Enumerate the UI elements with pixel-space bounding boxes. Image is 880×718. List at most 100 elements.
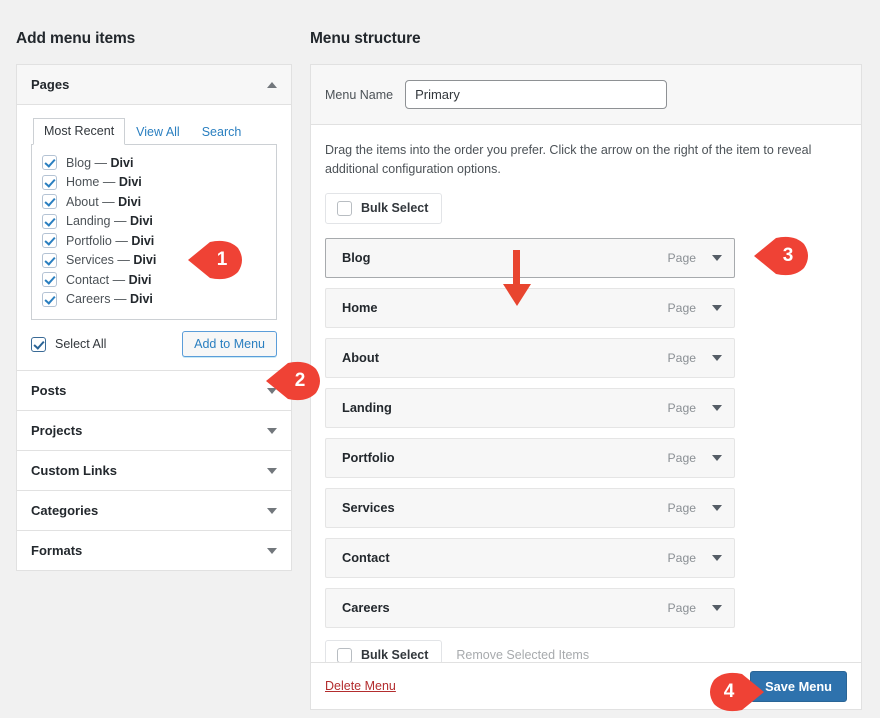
chevron-down-icon[interactable] — [712, 605, 722, 611]
callout-number: 2 — [266, 361, 324, 401]
list-item[interactable]: Landing — Divi — [42, 212, 266, 232]
chevron-down-icon[interactable] — [712, 405, 722, 411]
page-checkbox[interactable] — [42, 292, 57, 307]
page-checkbox[interactable] — [42, 272, 57, 287]
pages-checkbox-list: Blog — Divi Home — Divi About — Divi Lan… — [31, 145, 277, 320]
menu-item-type: Page — [668, 301, 696, 315]
pages-tabs: Most Recent View All Search — [31, 117, 277, 145]
arrow-down-icon — [500, 250, 534, 308]
page-checkbox[interactable] — [42, 233, 57, 248]
select-all-row: Select All Add to Menu — [31, 320, 277, 370]
chevron-down-icon[interactable] — [712, 255, 722, 261]
menu-item-title: Blog — [342, 250, 370, 265]
page-checkbox[interactable] — [42, 194, 57, 209]
chevron-down-icon[interactable] — [267, 508, 277, 514]
save-menu-button[interactable]: Save Menu — [750, 671, 847, 702]
chevron-down-icon[interactable] — [267, 548, 277, 554]
list-item[interactable]: Careers — Divi — [42, 290, 266, 310]
menu-item-type: Page — [668, 501, 696, 515]
page-label: About — Divi — [66, 195, 141, 209]
list-item[interactable]: About — Divi — [42, 192, 266, 212]
page-checkbox[interactable] — [42, 155, 57, 170]
page-label: Portfolio — Divi — [66, 234, 154, 248]
menu-item-type: Page — [668, 351, 696, 365]
chevron-down-icon[interactable] — [712, 305, 722, 311]
categories-panel-header[interactable]: Categories — [17, 491, 291, 531]
page-label: Careers — Divi — [66, 292, 153, 306]
remove-selected-items-link[interactable]: Remove Selected Items — [456, 648, 589, 662]
page-label: Services — Divi — [66, 253, 156, 267]
chevron-down-icon[interactable] — [267, 428, 277, 434]
pages-panel-title: Pages — [31, 77, 69, 92]
chevron-down-icon[interactable] — [712, 505, 722, 511]
menu-item-row[interactable]: Careers Page — [325, 588, 735, 628]
menu-structure-column: Menu structure Menu Name Drag the items … — [310, 30, 862, 686]
menu-name-input[interactable] — [405, 80, 667, 109]
page-label: Blog — Divi — [66, 156, 133, 170]
chevron-down-icon[interactable] — [712, 555, 722, 561]
callout-number: 1 — [188, 240, 246, 280]
callout-marker-2: 2 — [266, 361, 324, 401]
page-checkbox[interactable] — [42, 175, 57, 190]
menu-item-row[interactable]: Portfolio Page — [325, 438, 735, 478]
page-label: Contact — Divi — [66, 273, 152, 287]
callout-marker-4: 4 — [706, 672, 764, 712]
menu-item-row[interactable]: About Page — [325, 338, 735, 378]
chevron-down-icon[interactable] — [712, 355, 722, 361]
list-item[interactable]: Blog — Divi — [42, 153, 266, 173]
menu-item-meta: Page — [668, 351, 722, 365]
projects-panel-header[interactable]: Projects — [17, 411, 291, 451]
pages-panel-header[interactable]: Pages — [17, 65, 291, 105]
menu-name-label: Menu Name — [325, 88, 393, 102]
bulk-select-top[interactable]: Bulk Select — [325, 193, 442, 224]
formats-panel-header[interactable]: Formats — [17, 531, 291, 570]
bulk-select-checkbox[interactable] — [337, 201, 352, 216]
menu-name-bar: Menu Name — [311, 65, 861, 125]
tab-view-all[interactable]: View All — [125, 119, 191, 145]
bulk-select-checkbox[interactable] — [337, 648, 352, 663]
posts-panel-header[interactable]: Posts — [17, 371, 291, 411]
menu-item-row[interactable]: Contact Page — [325, 538, 735, 578]
callout-number: 3 — [754, 236, 812, 276]
menu-item-title: Careers — [342, 600, 390, 615]
menu-item-row[interactable]: Services Page — [325, 488, 735, 528]
custom-links-panel-title: Custom Links — [31, 463, 117, 478]
menu-item-meta: Page — [668, 551, 722, 565]
menu-footer-bar: Delete Menu Save Menu — [310, 662, 862, 710]
menu-item-title: About — [342, 350, 379, 365]
custom-links-panel-header[interactable]: Custom Links — [17, 451, 291, 491]
select-all-group[interactable]: Select All — [31, 337, 106, 352]
list-item[interactable]: Home — Divi — [42, 173, 266, 193]
menu-item-meta: Page — [668, 501, 722, 515]
menu-item-type: Page — [668, 451, 696, 465]
chevron-down-icon[interactable] — [712, 455, 722, 461]
add-menu-items-heading: Add menu items — [16, 30, 292, 48]
delete-menu-link[interactable]: Delete Menu — [325, 679, 396, 693]
menu-item-title: Contact — [342, 550, 390, 565]
select-all-checkbox[interactable] — [31, 337, 46, 352]
menu-item-title: Services — [342, 500, 395, 515]
bulk-select-label: Bulk Select — [361, 201, 428, 215]
bulk-select-label: Bulk Select — [361, 648, 428, 662]
callout-marker-1: 1 — [188, 240, 246, 280]
callout-number: 4 — [706, 672, 764, 712]
menu-item-type: Page — [668, 401, 696, 415]
chevron-up-icon[interactable] — [267, 82, 277, 88]
pages-panel-body: Most Recent View All Search Blog — Divi … — [17, 105, 291, 371]
menu-item-meta: Page — [668, 251, 722, 265]
add-to-menu-button[interactable]: Add to Menu — [182, 331, 277, 357]
tab-search[interactable]: Search — [191, 119, 253, 145]
page-checkbox[interactable] — [42, 253, 57, 268]
menu-item-meta: Page — [668, 601, 722, 615]
menu-item-type: Page — [668, 601, 696, 615]
select-all-label: Select All — [55, 337, 106, 351]
menu-item-title: Home — [342, 300, 378, 315]
add-menu-items-column: Add menu items Pages Most Recent View Al… — [16, 30, 292, 571]
tab-most-recent[interactable]: Most Recent — [33, 118, 125, 145]
page-label: Home — Divi — [66, 175, 142, 189]
menu-item-title: Landing — [342, 400, 392, 415]
menu-item-row[interactable]: Landing Page — [325, 388, 735, 428]
page-checkbox[interactable] — [42, 214, 57, 229]
chevron-down-icon[interactable] — [267, 468, 277, 474]
menu-item-type: Page — [668, 251, 696, 265]
